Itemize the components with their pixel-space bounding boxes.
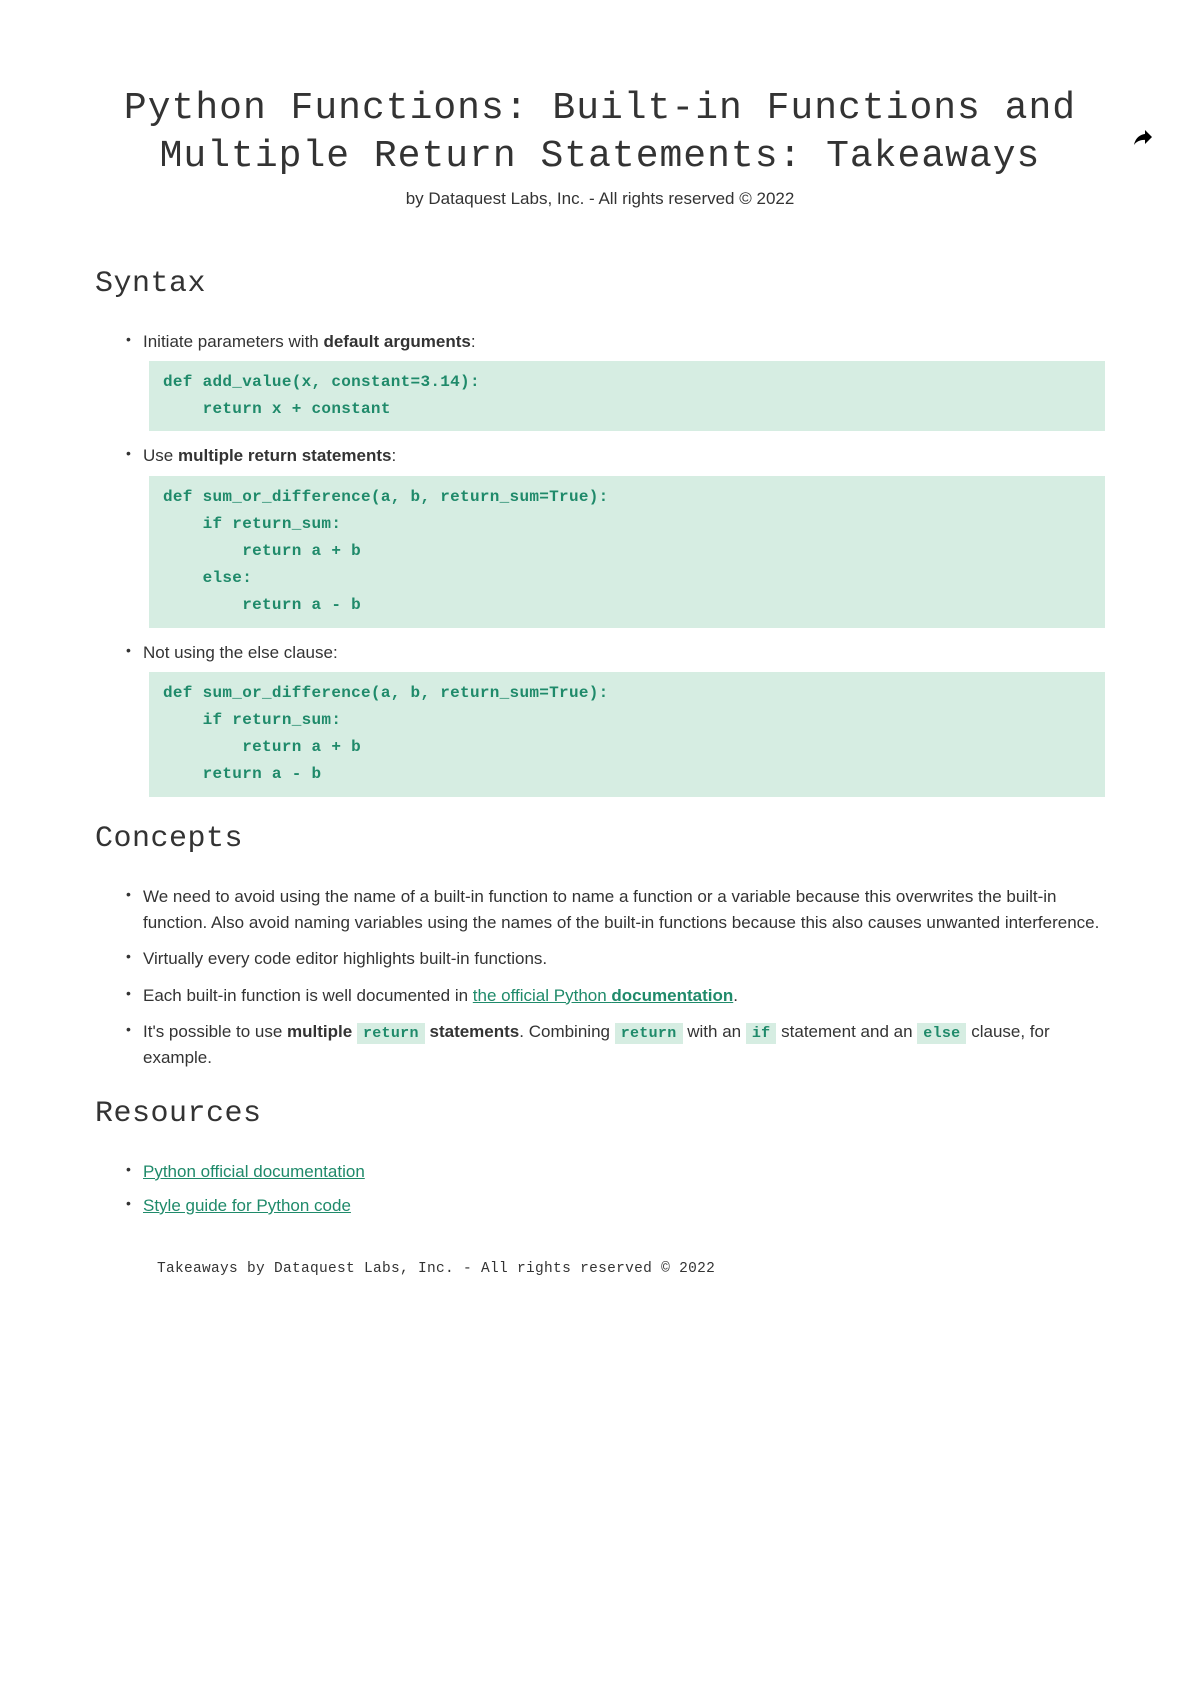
item-text: It's possible to use (143, 1022, 287, 1041)
item-text: Each built-in function is well documente… (143, 986, 473, 1005)
item-text: : (471, 332, 476, 351)
list-item: Not using the else clause: def sum_or_di… (143, 640, 1105, 797)
python-docs-link[interactable]: the official Python documentation (473, 986, 733, 1005)
item-text: with an (683, 1022, 746, 1041)
link-text: the official Python (473, 986, 612, 1005)
code-block: def sum_or_difference(a, b, return_sum=T… (149, 476, 1105, 628)
code-block: def add_value(x, constant=3.14): return … (149, 361, 1105, 431)
item-text: . (733, 986, 738, 1005)
section-heading-syntax: Syntax (95, 262, 1105, 307)
inline-code: return (615, 1023, 683, 1044)
code-block: def sum_or_difference(a, b, return_sum=T… (149, 672, 1105, 797)
item-text: . Combining (519, 1022, 614, 1041)
item-bold: default arguments (323, 332, 470, 351)
resource-link[interactable]: Style guide for Python code (143, 1196, 351, 1215)
footer-text: Takeaways by Dataquest Labs, Inc. - All … (157, 1259, 1105, 1281)
list-item: It's possible to use multiple return sta… (143, 1019, 1105, 1072)
item-text: statement and an (776, 1022, 917, 1041)
inline-code: else (917, 1023, 966, 1044)
item-text: Use (143, 446, 178, 465)
page-title: Python Functions: Built-in Functions and… (95, 85, 1105, 180)
list-item: We need to avoid using the name of a bui… (143, 884, 1105, 937)
list-item: Initiate parameters with default argumen… (143, 329, 1105, 432)
item-text: : (391, 446, 396, 465)
list-item: Python official documentation (143, 1159, 1105, 1185)
list-item: Each built-in function is well documente… (143, 983, 1105, 1009)
item-text: Initiate parameters with (143, 332, 323, 351)
section-heading-concepts: Concepts (95, 817, 1105, 862)
byline: by Dataquest Labs, Inc. - All rights res… (95, 186, 1105, 212)
share-icon[interactable] (1131, 125, 1155, 149)
resource-link[interactable]: Python official documentation (143, 1162, 365, 1181)
list-item: Style guide for Python code (143, 1193, 1105, 1219)
item-text: Not using the else clause: (143, 643, 338, 662)
item-bold: multiple (287, 1022, 352, 1041)
list-item: Use multiple return statements: def sum_… (143, 443, 1105, 627)
item-bold: multiple return statements (178, 446, 392, 465)
list-item: Virtually every code editor highlights b… (143, 946, 1105, 972)
syntax-list: Initiate parameters with default argumen… (95, 329, 1105, 797)
item-bold: statements (430, 1022, 520, 1041)
concepts-list: We need to avoid using the name of a bui… (95, 884, 1105, 1072)
inline-code: if (746, 1023, 777, 1044)
inline-code: return (357, 1023, 425, 1044)
section-heading-resources: Resources (95, 1092, 1105, 1137)
resources-list: Python official documentation Style guid… (95, 1159, 1105, 1220)
link-bold: documentation (611, 986, 733, 1005)
